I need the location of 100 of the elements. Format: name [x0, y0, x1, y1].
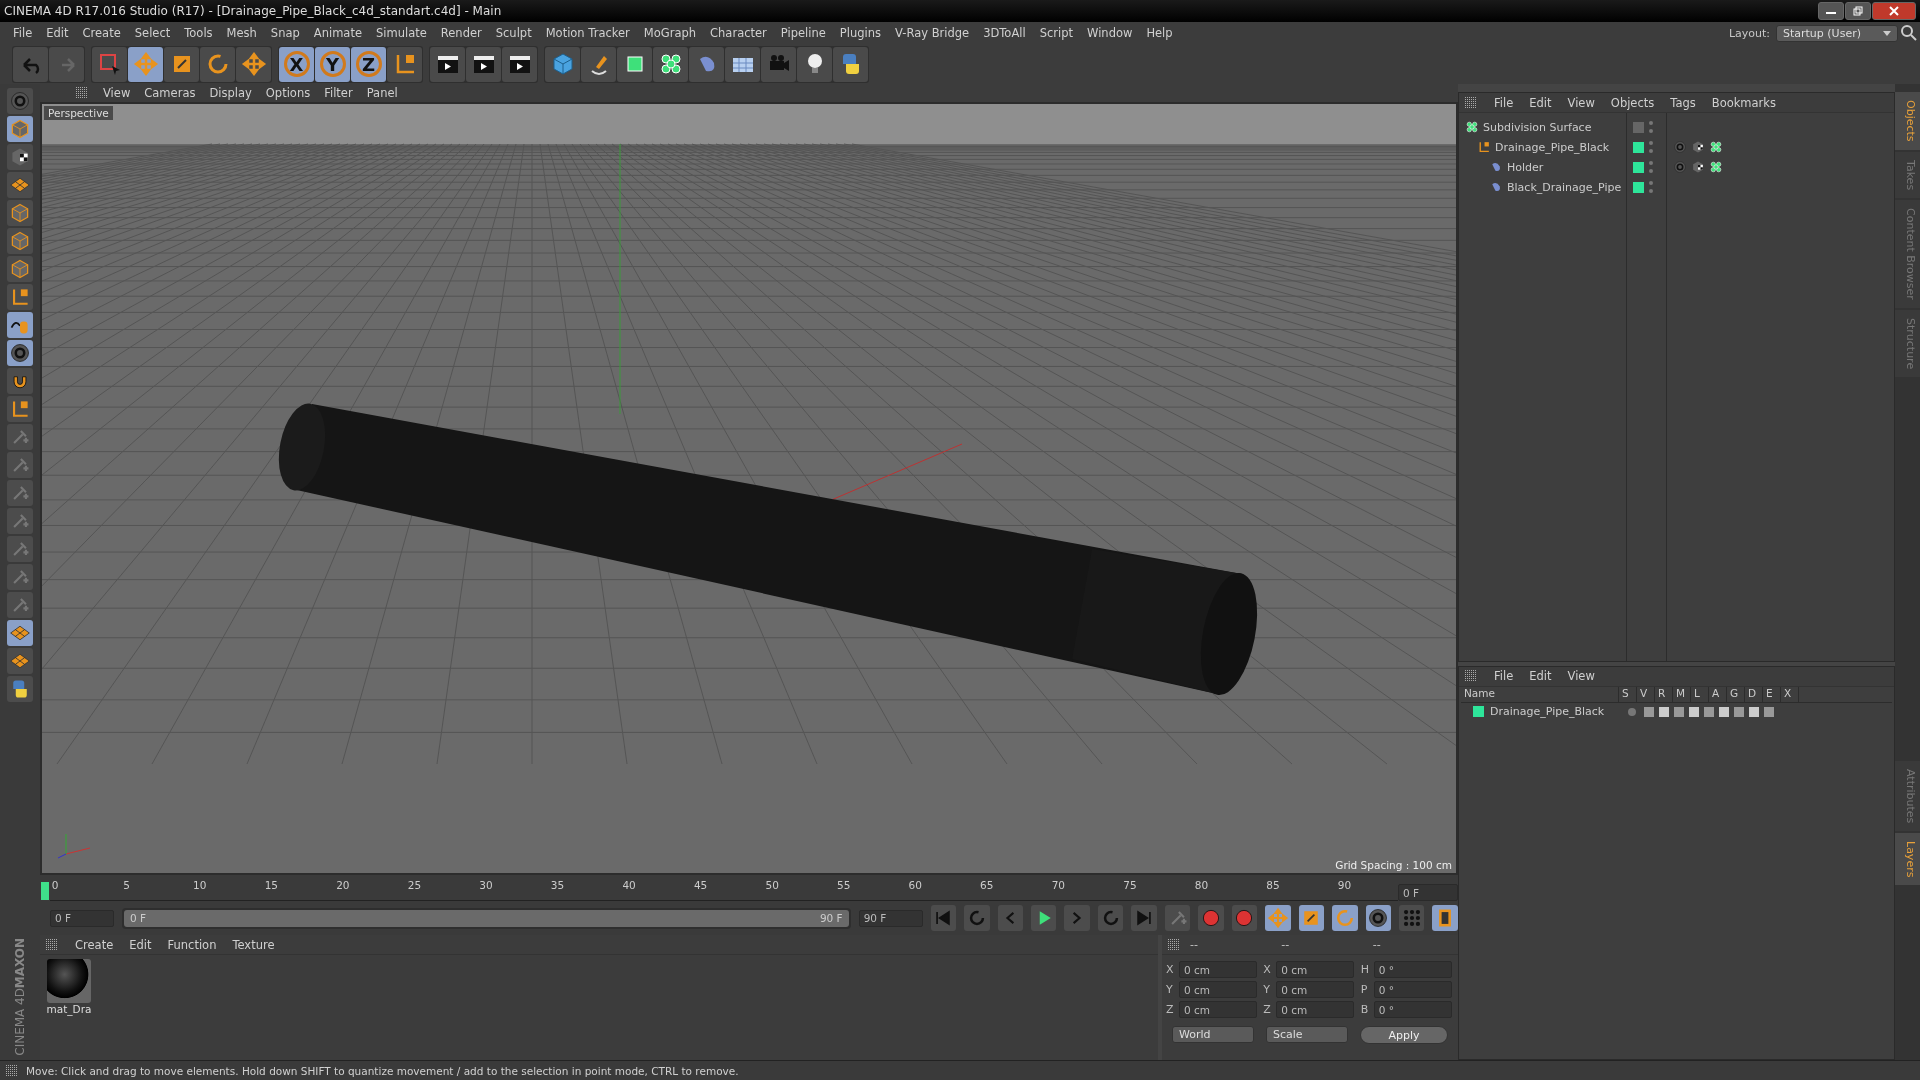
object-row[interactable]: Black_Drainage_Pipe	[1459, 177, 1626, 197]
menu-item[interactable]: Help	[1139, 26, 1180, 40]
layer-color-swatch[interactable]	[1633, 181, 1644, 193]
menu-item[interactable]: Animate	[306, 26, 369, 40]
menu-item[interactable]: Character	[703, 26, 774, 40]
column-header[interactable]: R	[1655, 686, 1673, 702]
axis-lock-button[interactable]: Y	[315, 46, 350, 82]
layout-dropdown[interactable]: Startup (User)	[1776, 24, 1898, 42]
menu-item[interactable]: Edit	[39, 26, 76, 40]
rotate-button[interactable]	[200, 46, 235, 82]
workplane-align-button[interactable]	[7, 648, 33, 674]
coordinate-field[interactable]: 0 cm	[1179, 981, 1257, 998]
coordinate-system-button[interactable]	[387, 46, 422, 82]
previous-key-button[interactable]	[964, 905, 990, 931]
go-to-start-button[interactable]	[930, 905, 957, 931]
menu-item[interactable]: Plugins	[832, 26, 889, 40]
menu-item[interactable]: File	[1487, 669, 1521, 684]
menu-item[interactable]: Render	[433, 26, 489, 40]
visibility-dots-icon[interactable]	[1648, 160, 1654, 174]
menu-item[interactable]: Window	[1080, 26, 1140, 40]
pen-button[interactable]	[581, 46, 616, 82]
render-view-button[interactable]	[430, 46, 465, 82]
menu-item[interactable]: Motion Tracker	[538, 26, 637, 40]
start-frame-field[interactable]: 0 F	[50, 909, 114, 927]
record-button[interactable]	[1198, 905, 1224, 931]
coordinate-field[interactable]: 0 cm	[1276, 961, 1355, 978]
coordinate-field[interactable]: 0 cm	[1276, 1001, 1355, 1018]
mode-dropdown[interactable]: Scale	[1266, 1026, 1348, 1043]
visibility-dots-icon[interactable]	[1648, 120, 1654, 134]
render-settings-button[interactable]	[502, 46, 537, 82]
menu-item[interactable]: Select	[127, 26, 178, 40]
current-frame-field[interactable]: 0 F	[1398, 884, 1458, 901]
texture-mode-button[interactable]	[7, 144, 33, 170]
key-points-button[interactable]	[1399, 905, 1425, 931]
column-header[interactable]: Name	[1461, 686, 1619, 702]
menu-item[interactable]: Edit	[1522, 95, 1559, 110]
side-tab[interactable]: Layers	[1895, 833, 1920, 886]
space-dropdown[interactable]: World	[1172, 1026, 1254, 1043]
menu-item[interactable]: V-Ray Bridge	[888, 26, 977, 40]
menu-item[interactable]: 3DToAll	[976, 26, 1033, 40]
column-header[interactable]: X	[1781, 686, 1799, 702]
timeline-window-button[interactable]	[1432, 905, 1458, 931]
coordinate-field[interactable]: 0 cm	[1179, 961, 1257, 978]
axis-mode-button[interactable]	[7, 284, 33, 310]
floor-button[interactable]	[725, 46, 760, 82]
menu-item[interactable]: Cameras	[137, 86, 203, 100]
menu-item[interactable]: Snap	[263, 26, 307, 40]
layer-color-swatch[interactable]	[1473, 706, 1484, 718]
object-row[interactable]: Holder	[1459, 157, 1626, 177]
locked-axes-button[interactable]	[7, 396, 33, 422]
tweak-mode-button[interactable]	[7, 312, 33, 338]
column-header[interactable]: S	[1619, 686, 1637, 702]
menu-item[interactable]: MoGraph	[636, 26, 704, 40]
menu-item[interactable]: Options	[258, 86, 318, 100]
key-scale-button[interactable]	[1298, 905, 1325, 931]
menu-item[interactable]: View	[1560, 95, 1602, 110]
go-to-end-button[interactable]	[1131, 905, 1157, 931]
autokey-button[interactable]	[1231, 905, 1258, 931]
menu-item[interactable]: File	[6, 26, 40, 40]
selection-button[interactable]	[92, 46, 127, 82]
minimize-button[interactable]	[1818, 2, 1844, 20]
end-frame-field[interactable]: 90 F	[858, 909, 923, 927]
python-button[interactable]	[833, 46, 868, 82]
workplane-lock-button[interactable]	[7, 620, 33, 646]
column-header[interactable]: M	[1673, 686, 1691, 702]
workplane-button[interactable]	[7, 172, 33, 198]
axis-lock-button[interactable]: X	[279, 46, 314, 82]
menu-item[interactable]: Create	[75, 26, 128, 40]
apply-button[interactable]: Apply	[1360, 1026, 1448, 1044]
side-tab[interactable]: Objects	[1895, 92, 1920, 150]
column-header[interactable]: L	[1691, 686, 1709, 702]
object-row[interactable]: Drainage_Pipe_Black	[1459, 137, 1626, 157]
coordinate-field[interactable]: 0 °	[1373, 981, 1452, 998]
move-button[interactable]	[128, 46, 163, 82]
menu-item[interactable]: Bookmarks	[1704, 95, 1783, 110]
coordinate-field[interactable]: 0 °	[1373, 961, 1452, 978]
deformer-button[interactable]	[689, 46, 724, 82]
magnet-button[interactable]	[7, 368, 33, 394]
menu-item[interactable]: Tools	[177, 26, 220, 40]
next-frame-button[interactable]	[1064, 905, 1090, 931]
transform-button[interactable]	[236, 46, 271, 82]
restore-button[interactable]	[1845, 2, 1871, 20]
menu-item[interactable]: Panel	[359, 86, 405, 100]
column-header[interactable]: E	[1763, 686, 1781, 702]
scale-button[interactable]	[164, 46, 199, 82]
menu-item[interactable]: Objects	[1603, 95, 1662, 110]
cube-button[interactable]	[545, 46, 580, 82]
axis-lock-button[interactable]: Z	[351, 46, 386, 82]
next-key-button[interactable]	[1097, 905, 1124, 931]
menu-item[interactable]: Create	[68, 937, 121, 952]
visibility-dots-icon[interactable]	[1648, 140, 1654, 154]
layer-color-swatch[interactable]	[1633, 121, 1644, 133]
visibility-dots-icon[interactable]	[1648, 180, 1654, 194]
menu-item[interactable]: Mesh	[219, 26, 264, 40]
menu-item[interactable]: View	[1560, 669, 1602, 684]
cloner-button[interactable]	[653, 46, 688, 82]
menu-item[interactable]: File	[1487, 95, 1521, 110]
menu-item[interactable]: Script	[1032, 26, 1081, 40]
menu-item[interactable]: Tags	[1663, 95, 1703, 110]
menu-item[interactable]: Texture	[225, 937, 282, 952]
